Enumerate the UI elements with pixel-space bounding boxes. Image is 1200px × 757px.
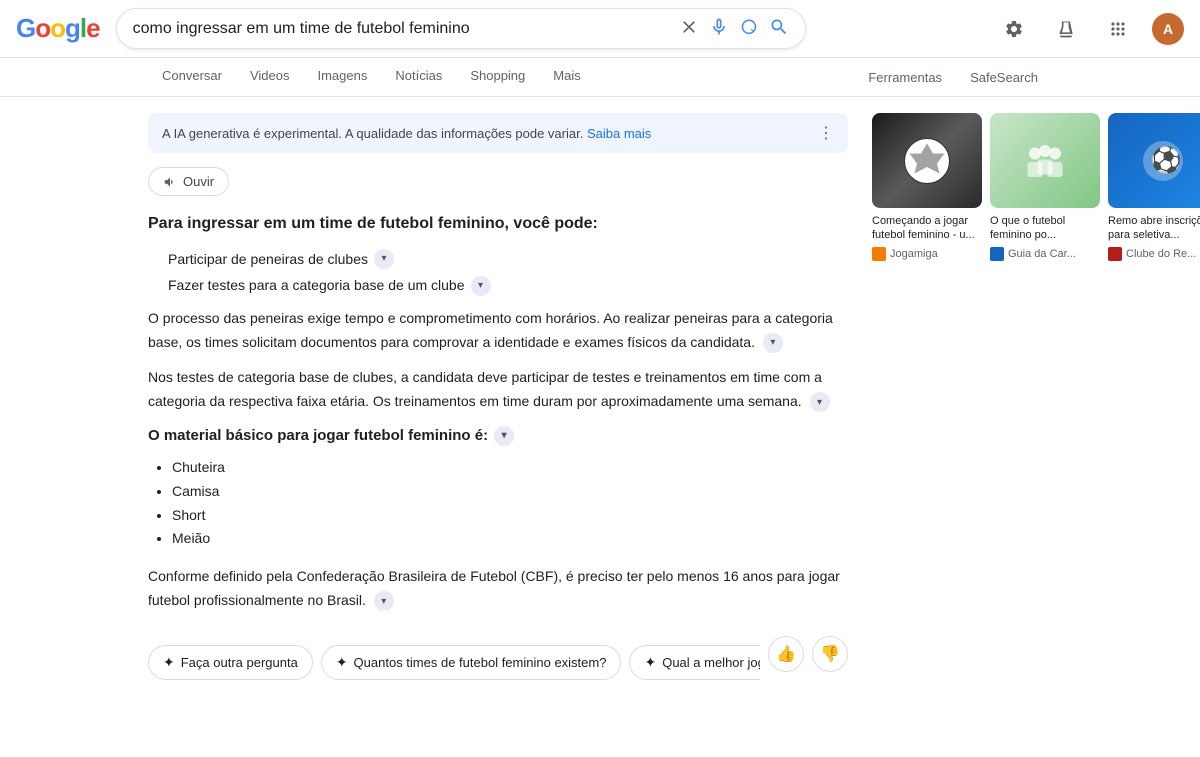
- expand-inline-1[interactable]: ▾: [763, 333, 783, 353]
- nav-tabs: Conversar Videos Imagens Notícias Shoppi…: [0, 58, 1200, 97]
- thumbs-down-button[interactable]: 👎: [812, 636, 848, 672]
- tab-mais[interactable]: Mais: [539, 58, 594, 96]
- nav-ferramentas[interactable]: Ferramentas: [854, 60, 956, 95]
- source-favicon-2: [1108, 247, 1122, 261]
- images-grid: Começando a jogar futebol feminino - u..…: [872, 113, 1052, 261]
- more-options-icon[interactable]: ⋮: [818, 123, 834, 143]
- ai-paragraph-2: Nos testes de categoria base de clubes, …: [148, 366, 848, 414]
- soccer-ball-icon: [902, 136, 952, 186]
- list-item: Fazer testes para a categoria base de um…: [168, 274, 848, 296]
- image-source-0: Jogamiga: [872, 247, 982, 261]
- header-right: A: [996, 11, 1184, 47]
- image-title-0: Começando a jogar futebol feminino - u..…: [872, 214, 982, 243]
- listen-button[interactable]: Ouvir: [148, 167, 229, 196]
- image-thumb-0: [872, 113, 982, 208]
- list-item-short: Short: [172, 504, 848, 528]
- material-list: Chuteira Camisa Short Meião: [148, 456, 848, 551]
- nav-safesearch[interactable]: SafeSearch: [956, 60, 1052, 95]
- kick-icon: ⚽: [1138, 136, 1188, 186]
- material-subheading: O material básico para jogar futebol fem…: [148, 426, 848, 446]
- source-name-1: Guia da Car...: [1008, 248, 1076, 260]
- tab-videos[interactable]: Videos: [236, 58, 304, 96]
- main-content: A IA generativa é experimental. A qualid…: [0, 97, 1200, 696]
- expand-arrow-1[interactable]: ▾: [471, 276, 491, 296]
- voice-search-icon[interactable]: [709, 17, 729, 40]
- saiba-mais-link[interactable]: Saiba mais: [587, 126, 651, 141]
- header: Google A: [0, 0, 1200, 58]
- lens-search-icon[interactable]: [739, 17, 759, 40]
- image-title-2: Remo abre inscrições para seletiva...: [1108, 214, 1200, 243]
- images-panel: Começando a jogar futebol feminino - u..…: [872, 113, 1052, 680]
- related-q-2[interactable]: ✦ Qual a melhor jogadora do mundo?: [629, 645, 760, 680]
- list-item-meiao: Meião: [172, 527, 848, 551]
- image-card-2[interactable]: ⚽ Remo abre inscrições para seletiva... …: [1108, 113, 1200, 261]
- image-card-1[interactable]: O que o futebol feminino po... Guia da C…: [990, 113, 1100, 261]
- source-name-2: Clube do Re...: [1126, 248, 1196, 260]
- spark-icon-2: ✦: [644, 654, 656, 671]
- nav-right: Ferramentas SafeSearch: [854, 60, 1052, 95]
- image-card-0[interactable]: Começando a jogar futebol feminino - u..…: [872, 113, 982, 261]
- tab-shopping[interactable]: Shopping: [456, 58, 539, 96]
- image-thumb-1: [990, 113, 1100, 208]
- clear-icon[interactable]: [679, 17, 699, 40]
- bottom-row: ✦ Faça outra pergunta ✦ Quantos times de…: [148, 629, 848, 680]
- source-favicon-0: [872, 247, 886, 261]
- svg-text:⚽: ⚽: [1150, 145, 1182, 174]
- image-thumb-2: ⚽: [1108, 113, 1200, 208]
- ai-notice-text: A IA generativa é experimental. A qualid…: [162, 126, 651, 141]
- related-q-0[interactable]: ✦ Faça outra pergunta: [148, 645, 313, 680]
- expand-inline-3[interactable]: ▾: [374, 591, 394, 611]
- speaker-icon: [163, 175, 177, 189]
- image-title-1: O que o futebol feminino po...: [990, 214, 1100, 243]
- expand-arrow-material[interactable]: ▾: [494, 426, 514, 446]
- feedback-buttons: 👍 👎: [768, 636, 848, 672]
- google-logo[interactable]: Google: [16, 13, 100, 44]
- ai-notice: A IA generativa é experimental. A qualid…: [148, 113, 848, 153]
- search-input[interactable]: [133, 20, 671, 38]
- google-search-icon[interactable]: [769, 17, 789, 40]
- search-bar: [116, 8, 806, 49]
- related-questions: ✦ Faça outra pergunta ✦ Quantos times de…: [148, 645, 760, 680]
- ai-answer-title: Para ingressar em um time de futebol fem…: [148, 212, 848, 236]
- team-icon: [1020, 136, 1070, 186]
- apps-icon-btn[interactable]: [1100, 11, 1136, 47]
- ai-paragraph-3: Conforme definido pela Confederação Bras…: [148, 565, 848, 613]
- source-name-0: Jogamiga: [890, 248, 938, 260]
- ai-paragraph-1: O processo das peneiras exige tempo e co…: [148, 307, 848, 355]
- tab-noticias[interactable]: Notícias: [381, 58, 456, 96]
- expandable-list: Participar de peneiras de clubes ▾ Fazer…: [148, 248, 848, 297]
- list-item-camisa: Camisa: [172, 480, 848, 504]
- list-item-chuteira: Chuteira: [172, 456, 848, 480]
- image-source-2: Clube do Re...: [1108, 247, 1200, 261]
- tab-imagens[interactable]: Imagens: [303, 58, 381, 96]
- expand-arrow-0[interactable]: ▾: [374, 249, 394, 269]
- settings-icon-btn[interactable]: [996, 11, 1032, 47]
- avatar[interactable]: A: [1152, 13, 1184, 45]
- spark-icon-0: ✦: [163, 654, 175, 671]
- ai-panel: A IA generativa é experimental. A qualid…: [148, 113, 848, 680]
- related-q-1[interactable]: ✦ Quantos times de futebol feminino exis…: [321, 645, 622, 680]
- search-icons: [679, 17, 789, 40]
- spark-icon-1: ✦: [336, 654, 348, 671]
- source-favicon-1: [990, 247, 1004, 261]
- expand-inline-2[interactable]: ▾: [810, 392, 830, 412]
- labs-icon-btn[interactable]: [1048, 11, 1084, 47]
- tab-conversar[interactable]: Conversar: [148, 58, 236, 96]
- list-item: Participar de peneiras de clubes ▾: [168, 248, 848, 270]
- image-source-1: Guia da Car...: [990, 247, 1100, 261]
- thumbs-up-button[interactable]: 👍: [768, 636, 804, 672]
